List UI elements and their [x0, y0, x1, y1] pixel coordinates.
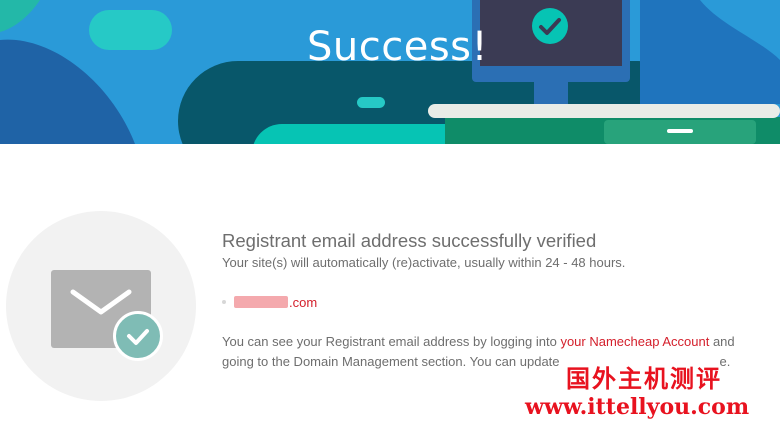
watermark-url: www.ittellyou.com: [525, 394, 750, 420]
reactivation-note: Your site(s) will automatically (re)acti…: [222, 255, 626, 270]
domain-suffix: .com: [289, 294, 318, 310]
info-text-start: You can see your Registrant email addres…: [222, 334, 561, 349]
bullet-icon: [222, 300, 226, 304]
namecheap-account-link[interactable]: your Namecheap Account: [560, 334, 709, 349]
redacted-domain-name: [234, 296, 288, 308]
hero-background: [0, 0, 780, 144]
hero-title: Success!: [307, 24, 489, 70]
page-heading: Registrant email address successfully ve…: [222, 230, 597, 251]
verified-check-icon: [113, 311, 163, 361]
hero-banner: Success!: [0, 0, 780, 144]
domain-list-item: .com: [222, 293, 762, 311]
verification-message: Registrant email address successfully ve…: [222, 228, 762, 372]
watermark-title: 国外主机测评: [566, 365, 722, 393]
